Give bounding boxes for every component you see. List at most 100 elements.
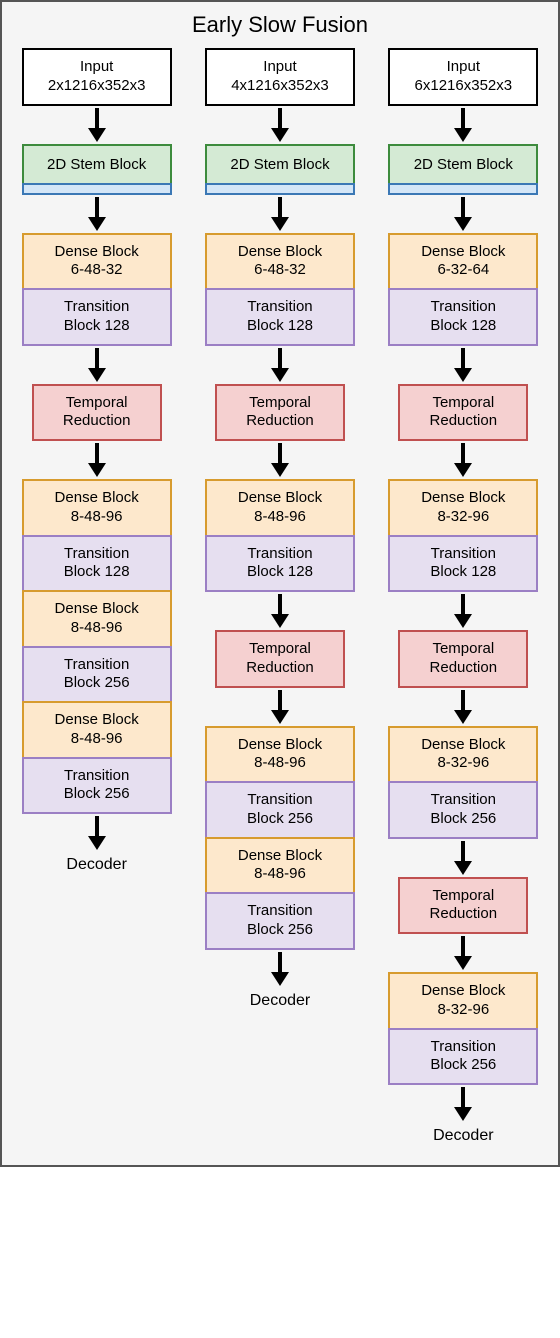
architecture-column: Input4x1216x352x3 2D Stem Block Dense Bloc… [195, 48, 364, 1145]
transition-block-params: Block 256 [211, 810, 349, 829]
dense-block: Dense Block6-48-32 [205, 233, 355, 291]
dense-block-label: Dense Block [394, 736, 532, 755]
transition-block: TransitionBlock 128 [22, 535, 172, 593]
transition-block: TransitionBlock 128 [388, 288, 538, 346]
transition-block-label: Transition [28, 298, 166, 317]
dense-block-label: Dense Block [394, 982, 532, 1001]
temporal-reduction-block: TemporalReduction [32, 384, 162, 442]
dense-block-label: Dense Block [211, 736, 349, 755]
arrow-down-icon [271, 108, 289, 142]
temporal-reduction-block-params: Reduction [404, 412, 522, 431]
arrow-down-icon [454, 443, 472, 477]
dense-block: Dense Block8-48-96 [205, 837, 355, 895]
arrow-down-icon [271, 952, 289, 986]
dense-block: Dense Block8-48-96 [22, 590, 172, 648]
dense-block-params: 8-32-96 [394, 508, 532, 527]
transition-block-params: Block 256 [28, 785, 166, 804]
arrow-down-icon [88, 443, 106, 477]
arrow-down-icon [271, 690, 289, 724]
diagram-title: Early Slow Fusion [12, 12, 548, 38]
stem-block-strip [22, 183, 172, 195]
architecture-column: Input6x1216x352x32D Stem BlockDense Bloc… [379, 48, 548, 1145]
stem-block-strip [388, 183, 538, 195]
temporal-reduction-block-label: Temporal [404, 640, 522, 659]
transition-block-params: Block 256 [394, 1056, 532, 1075]
stem-block: 2D Stem Block [22, 144, 172, 195]
dense-block-params: 8-32-96 [394, 754, 532, 773]
columns-container: Input2x1216x352x32D Stem BlockDense Bloc… [12, 48, 548, 1145]
input-block-params: 6x1216x352x3 [394, 77, 532, 96]
dense-block-label: Dense Block [211, 489, 349, 508]
arrow-down-icon [271, 348, 289, 382]
transition-block-params: Block 128 [394, 563, 532, 582]
decoder-label: Decoder [66, 856, 126, 874]
transition-block-label: Transition [211, 791, 349, 810]
dense-block-label: Dense Block [28, 243, 166, 262]
transition-block-params: Block 128 [28, 563, 166, 582]
transition-block-label: Transition [394, 298, 532, 317]
temporal-reduction-block-params: Reduction [404, 905, 522, 924]
stem-block: 2D Stem Block [205, 144, 355, 195]
dense-block-params: 8-48-96 [211, 865, 349, 884]
transition-block: TransitionBlock 256 [388, 1028, 538, 1086]
dense-block-label: Dense Block [394, 489, 532, 508]
decoder-label: Decoder [433, 1127, 493, 1145]
transition-block: TransitionBlock 256 [22, 646, 172, 704]
arrow-down-icon [454, 690, 472, 724]
dense-block-label: Dense Block [28, 600, 166, 619]
architecture-column: Input2x1216x352x3 2D Stem Block Dense Bloc… [12, 48, 181, 1145]
transition-block-params: Block 256 [28, 674, 166, 693]
dense-block: Dense Block8-32-96 [388, 972, 538, 1030]
input-block: Input4x1216x352x3 [205, 48, 355, 106]
transition-block-label: Transition [394, 1038, 532, 1057]
dense-block: Dense Block8-32-96 [388, 479, 538, 537]
dense-block-params: 8-48-96 [28, 508, 166, 527]
dense-block-params: 8-48-96 [211, 754, 349, 773]
arrow-down-icon [271, 197, 289, 231]
dense-block-label: Dense Block [28, 711, 166, 730]
input-block-params: 2x1216x352x3 [28, 77, 166, 96]
stem-block-label: 2D Stem Block [205, 144, 355, 183]
transition-block-params: Block 128 [394, 317, 532, 336]
transition-block-label: Transition [28, 767, 166, 786]
transition-block-params: Block 128 [211, 563, 349, 582]
transition-block: TransitionBlock 128 [22, 288, 172, 346]
transition-block-label: Transition [394, 545, 532, 564]
input-block: Input2x1216x352x3 [22, 48, 172, 106]
temporal-reduction-block: TemporalReduction [398, 384, 528, 442]
stem-block-label: 2D Stem Block [388, 144, 538, 183]
temporal-reduction-block-params: Reduction [221, 412, 339, 431]
arrow-down-icon [271, 594, 289, 628]
stem-block-strip [205, 183, 355, 195]
transition-block: TransitionBlock 128 [388, 535, 538, 593]
arrow-down-icon [454, 108, 472, 142]
transition-block: TransitionBlock 128 [205, 288, 355, 346]
transition-block-label: Transition [394, 791, 532, 810]
temporal-reduction-block-params: Reduction [38, 412, 156, 431]
dense-block: Dense Block8-48-96 [22, 479, 172, 537]
dense-block-label: Dense Block [28, 489, 166, 508]
transition-block: TransitionBlock 128 [205, 535, 355, 593]
dense-block-params: 8-48-96 [28, 730, 166, 749]
temporal-reduction-block-label: Temporal [404, 887, 522, 906]
dense-block-params: 6-48-32 [211, 261, 349, 280]
transition-block-label: Transition [28, 545, 166, 564]
dense-block-label: Dense Block [211, 243, 349, 262]
temporal-reduction-block-label: Temporal [38, 394, 156, 413]
arrow-down-icon [454, 594, 472, 628]
decoder-label: Decoder [250, 992, 310, 1010]
input-block-label: Input [211, 58, 349, 77]
dense-block-label: Dense Block [211, 847, 349, 866]
dense-block: Dense Block6-48-32 [22, 233, 172, 291]
stem-block-label: 2D Stem Block [22, 144, 172, 183]
temporal-reduction-block: TemporalReduction [398, 630, 528, 688]
dense-block-params: 8-48-96 [28, 619, 166, 638]
arrow-down-icon [88, 197, 106, 231]
dense-block: Dense Block8-48-96 [205, 726, 355, 784]
arrow-down-icon [88, 108, 106, 142]
temporal-reduction-block: TemporalReduction [215, 384, 345, 442]
dense-block-params: 8-48-96 [211, 508, 349, 527]
temporal-reduction-block-params: Reduction [404, 659, 522, 678]
dense-block: Dense Block8-48-96 [22, 701, 172, 759]
arrow-down-icon [271, 443, 289, 477]
